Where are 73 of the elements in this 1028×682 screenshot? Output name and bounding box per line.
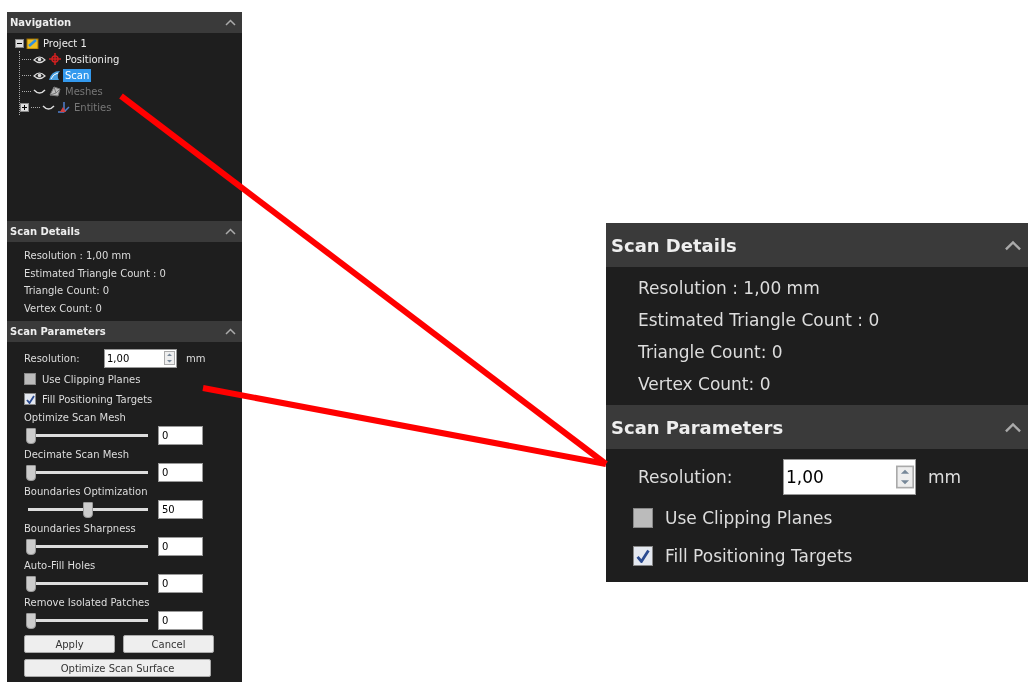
slider[interactable] [26,575,150,592]
tree-item[interactable]: Positioning [63,52,122,66]
detail-text: Vertex Count: 0 [24,301,103,316]
eye-icon[interactable] [33,70,46,80]
entities-icon [57,101,70,113]
slider[interactable] [26,538,150,555]
value-field[interactable]: 50 [158,500,203,519]
slider-thumb[interactable] [26,612,36,629]
checkbox-label: Use Clipping Planes [665,508,833,528]
detail-text: Triangle Count: 0 [24,284,111,298]
value-field[interactable]: 0 [158,611,203,630]
section-header[interactable]: Scan Details [7,221,242,242]
value-field[interactable]: 0 [158,537,203,556]
project-icon [26,37,39,49]
value-field[interactable]: 0 [158,574,203,593]
slider-thumb[interactable] [26,427,36,444]
slider-label: Remove Isolated Patches [24,596,151,610]
slider-thumb[interactable] [26,538,36,555]
checkbox-label: Use Clipping Planes [42,373,141,385]
section-title: Scan Details [10,226,80,237]
section-header[interactable]: Navigation [7,12,242,33]
action-button[interactable]: Apply [24,635,115,653]
detail-text: Triangle Count: 0 [638,341,784,364]
slider[interactable] [26,427,150,444]
scan-icon [48,69,61,81]
field-label: Resolution: [24,352,81,364]
slider-label: Boundaries Optimization [24,485,149,499]
unit-label: mm [186,352,206,364]
slider-thumb[interactable] [83,501,93,518]
slider-label: Boundaries Sharpness [24,522,137,536]
section-title: Navigation [10,17,72,28]
slider-thumb[interactable] [26,575,36,592]
detail-text: Estimated Triangle Count : 0 [638,309,881,332]
unit-label: mm [928,467,962,487]
slider[interactable] [26,501,150,518]
slider[interactable] [26,612,150,629]
eye-icon[interactable] [33,54,46,64]
slider-label: Optimize Scan Mesh [24,411,127,425]
section-title: Scan Parameters [611,416,784,438]
field-label: Resolution: [638,467,734,487]
checkbox[interactable] [24,373,36,385]
meshes-icon [48,85,61,97]
checkbox[interactable] [633,546,653,566]
detail-text: Vertex Count: 0 [638,373,772,396]
detail-text: Resolution : 1,00 mm [638,277,821,300]
slider-label: Decimate Scan Mesh [24,448,131,462]
slider-label: Auto-Fill Holes [24,559,97,573]
check-icon [25,394,35,404]
section-title: Scan Details [611,234,737,256]
value-field[interactable]: 0 [158,426,203,445]
slider-thumb[interactable] [26,464,36,481]
detail-text: Resolution : 1,00 mm [24,249,132,263]
checkbox-label: Fill Positioning Targets [42,393,153,405]
collapse-icon[interactable] [15,38,24,48]
spinner-arrows-icon [164,351,175,365]
checkbox[interactable] [633,508,653,528]
section-header[interactable]: Scan Parameters [606,405,1028,449]
positioning-icon [48,53,61,65]
section-title: Scan Parameters [10,326,106,337]
section-header[interactable]: Scan Details [606,223,1028,267]
action-button[interactable]: Cancel [123,635,214,653]
detail-text: Estimated Triangle Count : 0 [24,266,167,281]
tree-item[interactable]: Project 1 [41,36,89,50]
section-header[interactable]: Scan Parameters [7,321,242,342]
check-icon [636,549,650,563]
checkbox[interactable] [24,393,36,405]
resolution-field[interactable]: 1,00 [783,459,916,495]
checkbox-label: Fill Positioning Targets [665,546,853,566]
spinner-arrows-icon [896,464,914,490]
resolution-field[interactable]: 1,00 [104,348,177,368]
slider[interactable] [26,464,150,481]
optimize-button[interactable]: Optimize Scan Surface [24,659,211,677]
value-field[interactable]: 0 [158,463,203,482]
